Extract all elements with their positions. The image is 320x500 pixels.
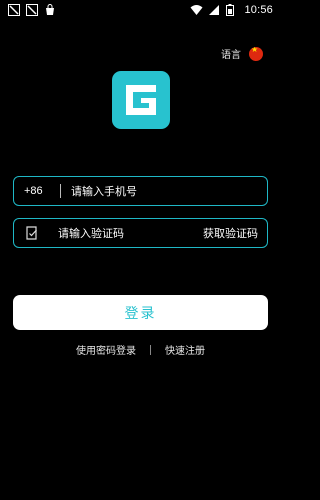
china-flag-icon [249,46,263,61]
verification-code-field: 获取验证码 [13,218,268,248]
logo-g-icon [126,85,156,115]
notification-icon [26,4,38,16]
login-button[interactable]: 登录 [13,295,268,330]
notification-icon [8,4,20,16]
language-label: 语言 [221,50,241,61]
verification-icon [24,225,40,241]
wifi-icon [190,4,203,16]
signal-icon [208,4,220,16]
password-login-link[interactable]: 使用密码登录 [76,342,136,357]
field-divider [60,184,61,198]
quick-register-link[interactable]: 快速注册 [165,342,205,357]
language-selector[interactable]: 语言 [221,46,263,61]
status-bar: 10:56 [0,0,281,20]
notification-icons [8,4,56,16]
app-logo [112,71,170,129]
clock: 10:56 [244,4,273,16]
system-icons: 10:56 [190,4,273,16]
bottom-links: 使用密码登录 快速注册 [0,342,281,357]
verification-code-input[interactable] [58,226,203,240]
phone-field: +86 [13,176,268,206]
get-code-button[interactable]: 获取验证码 [203,225,258,241]
country-code[interactable]: +86 [24,185,52,197]
link-separator [150,344,151,355]
phone-input[interactable] [71,184,257,198]
battery-icon [226,4,238,16]
shopping-bag-icon [44,4,56,16]
